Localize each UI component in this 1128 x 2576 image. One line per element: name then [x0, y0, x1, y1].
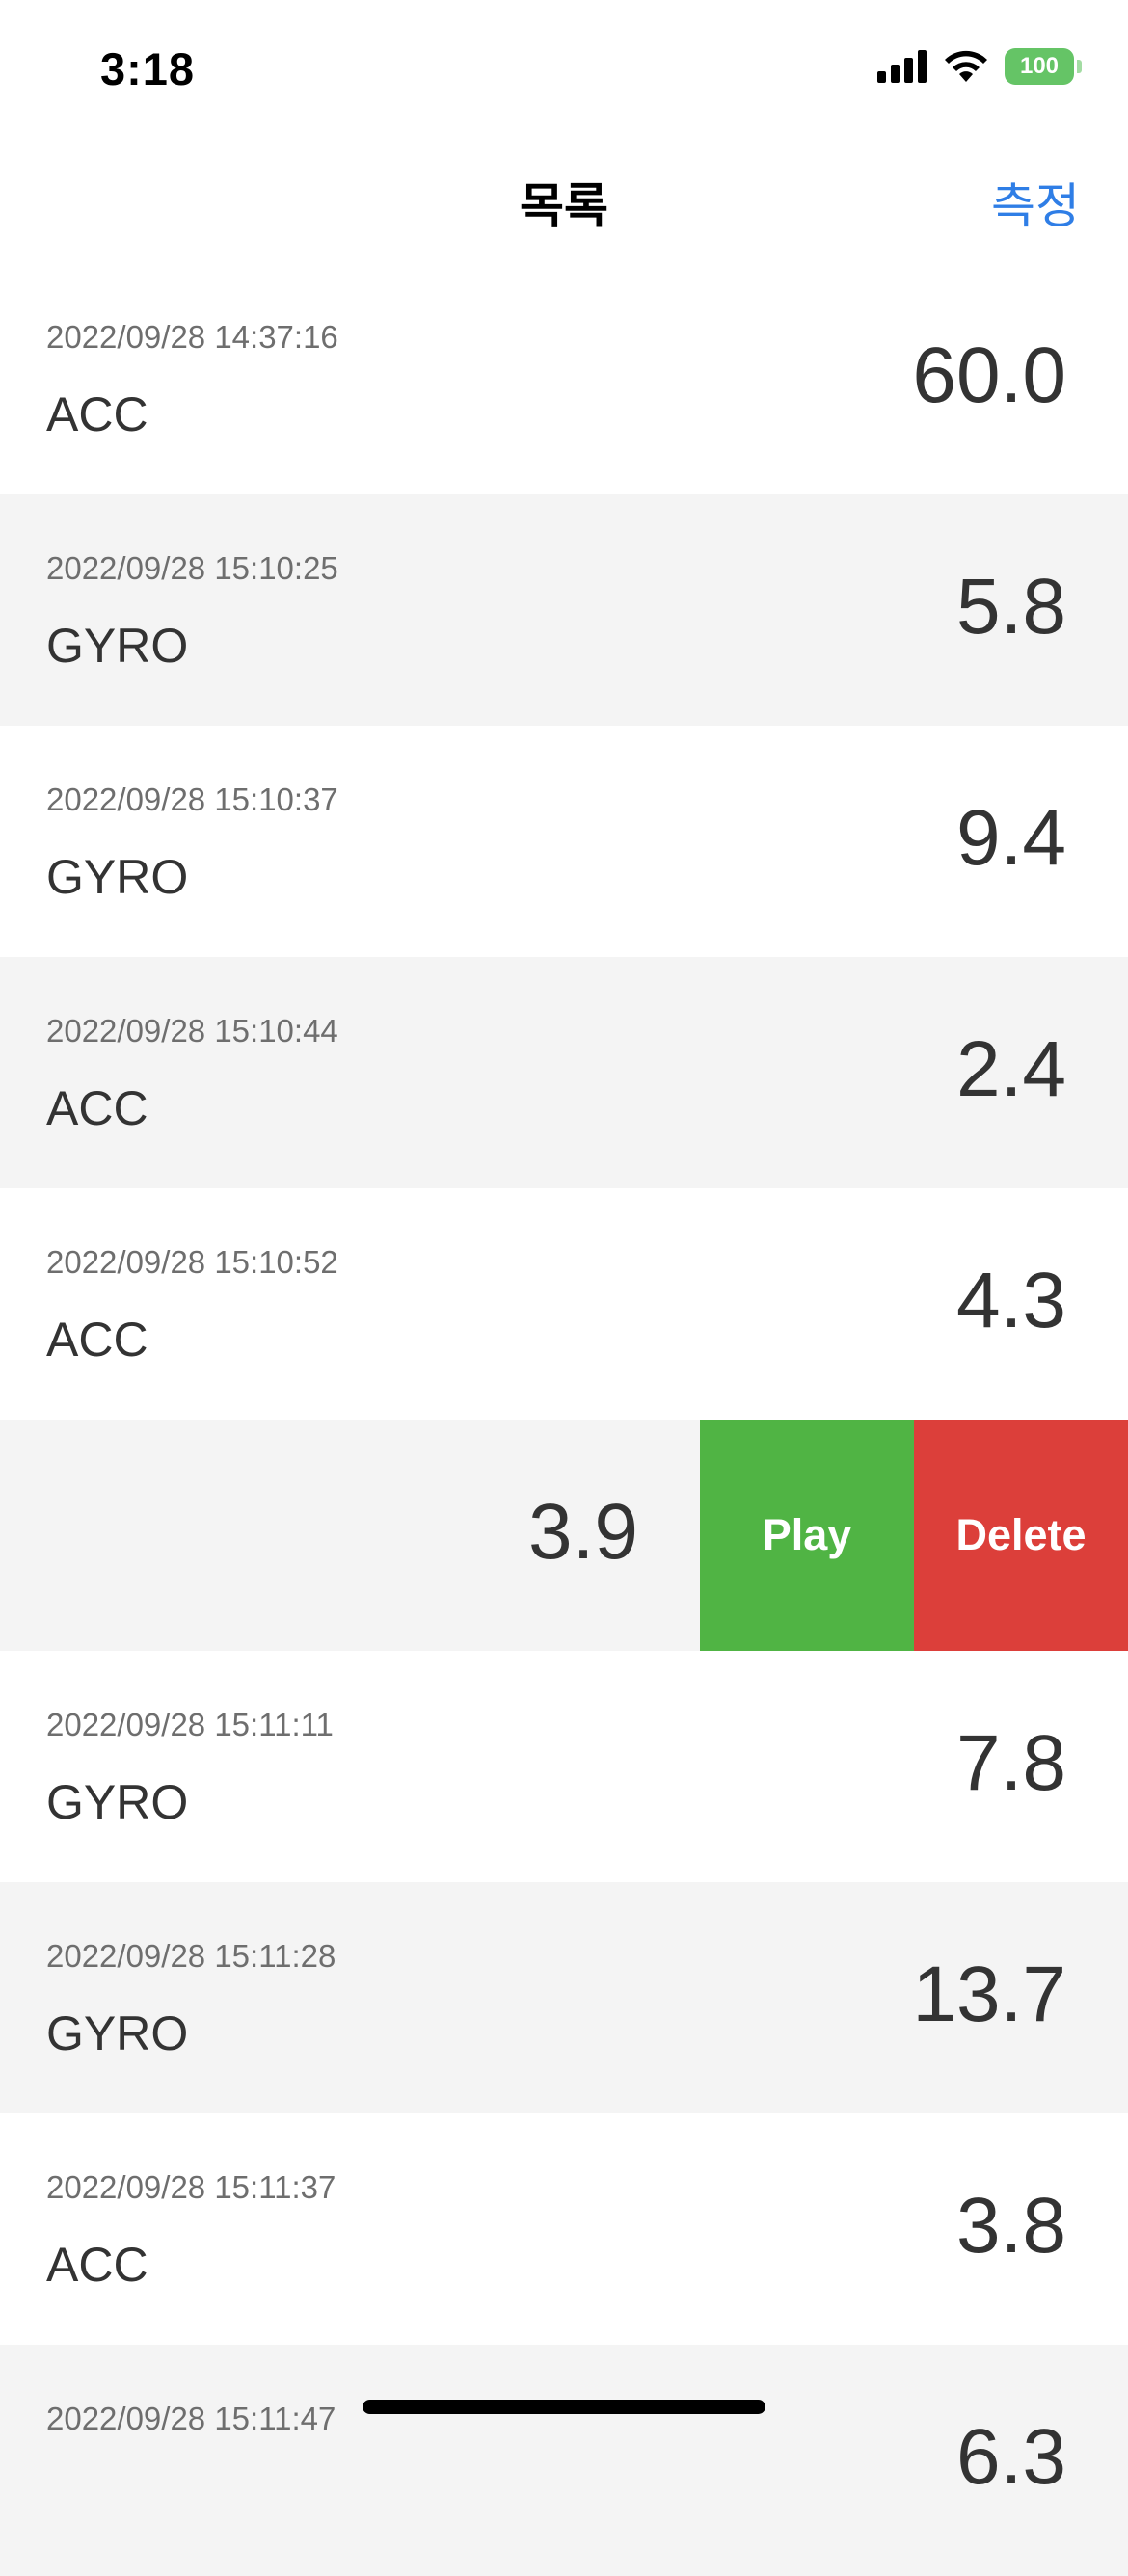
item-value: 4.3	[956, 1257, 1066, 1344]
list-item[interactable]: 2022/09/28 15:10:44 ACC 2.4	[0, 957, 1128, 1188]
home-indicator[interactable]	[363, 2400, 765, 2414]
list-item[interactable]: 2022/09/28 15:10:52 ACC 4.3	[0, 1188, 1128, 1420]
list-item[interactable]: 2022/09/28 15:11:11 GYRO 7.8	[0, 1651, 1128, 1882]
battery-level: 100	[1019, 53, 1060, 79]
status-time: 3:18	[100, 43, 196, 94]
item-value: 6.3	[956, 2413, 1066, 2501]
item-type: GYRO	[46, 1775, 189, 1829]
page-title: 목록	[520, 179, 608, 233]
measurement-list: 2022/09/28 14:37:16 ACC 60.0 2022/09/28 …	[0, 263, 1128, 2576]
item-value: 3.8	[956, 2182, 1066, 2270]
item-value: 3.9	[528, 1488, 638, 1576]
battery-icon: 100	[1005, 48, 1082, 85]
status-icons: 100	[877, 48, 1082, 85]
nav-bar: 목록 측정	[0, 145, 1128, 251]
item-type: ACC	[46, 1313, 148, 1367]
item-date: 2022/09/28 15:10:52	[46, 1244, 338, 1280]
item-type: ACC	[46, 1081, 148, 1135]
item-value: 60.0	[912, 332, 1066, 419]
item-type: GYRO	[46, 619, 189, 673]
list-item-swiped[interactable]: 3.9 Play Delete	[0, 1420, 1128, 1651]
delete-button[interactable]: Delete	[914, 1420, 1128, 1651]
item-date: 2022/09/28 15:11:28	[46, 1938, 336, 1974]
item-date: 2022/09/28 15:10:37	[46, 782, 338, 817]
list-item[interactable]: 2022/09/28 15:11:37 ACC 3.8	[0, 2113, 1128, 2345]
cellular-signal-icon	[877, 50, 927, 83]
item-value: 9.4	[956, 794, 1066, 882]
list-item[interactable]: 2022/09/28 15:11:28 GYRO 13.7	[0, 1882, 1128, 2113]
item-date: 2022/09/28 15:11:11	[46, 1707, 334, 1742]
item-value: 7.8	[956, 1719, 1066, 1807]
list-item[interactable]: 2022/09/28 15:10:25 GYRO 5.8	[0, 494, 1128, 726]
item-type: ACC	[46, 387, 148, 441]
wifi-icon	[945, 50, 987, 82]
item-date: 2022/09/28 15:10:25	[46, 550, 338, 586]
list-item[interactable]: 2022/09/28 15:10:37 GYRO 9.4	[0, 726, 1128, 957]
item-value: 2.4	[956, 1025, 1066, 1113]
play-button[interactable]: Play	[700, 1420, 914, 1651]
item-type: ACC	[46, 2238, 148, 2292]
item-date: 2022/09/28 15:10:44	[46, 1013, 338, 1049]
item-date: 2022/09/28 15:11:37	[46, 2169, 336, 2205]
item-date: 2022/09/28 14:37:16	[46, 319, 338, 355]
list-item[interactable]: 2022/09/28 15:11:47 6.3	[0, 2345, 1128, 2576]
list-item[interactable]: 2022/09/28 14:37:16 ACC 60.0	[0, 263, 1128, 494]
status-bar: 3:18 100	[0, 0, 1128, 135]
item-type: GYRO	[46, 2006, 189, 2060]
item-value: 5.8	[956, 563, 1066, 651]
item-type: GYRO	[46, 850, 189, 904]
item-value: 13.7	[912, 1951, 1066, 2038]
measure-button[interactable]: 측정	[991, 168, 1080, 237]
item-date: 2022/09/28 15:11:47	[46, 2401, 336, 2436]
